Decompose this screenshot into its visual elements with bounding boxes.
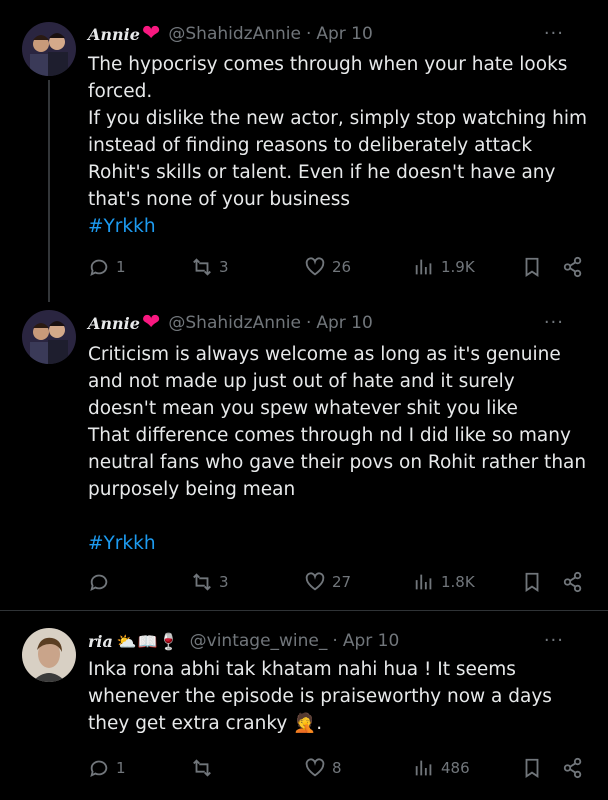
reply-button[interactable]: 1	[88, 756, 126, 780]
reply-button[interactable]	[88, 570, 116, 594]
views-button[interactable]: 486	[413, 756, 470, 780]
repost-button[interactable]	[191, 756, 219, 780]
tweet-header: Annie ❤ @ShahidzAnnie · Apr 10 ···	[88, 310, 588, 336]
name-emojis: ⛅📖🍷	[116, 631, 180, 651]
view-count: 486	[441, 759, 470, 777]
like-count: 26	[332, 258, 352, 276]
bookmark-icon	[525, 758, 539, 778]
reply-button[interactable]: 1	[88, 255, 126, 279]
views-icon	[415, 574, 432, 590]
heart-emoji-icon: ❤	[141, 21, 161, 46]
tweet-line: If you dislike the new actor, simply sto…	[88, 108, 587, 210]
like-count: 8	[332, 759, 342, 777]
tweet-line: That difference comes through nd I did l…	[88, 425, 587, 500]
views-button[interactable]: 1.9K	[413, 255, 475, 279]
share-icon	[563, 571, 582, 593]
like-button[interactable]: 26	[304, 255, 351, 279]
more-options-button[interactable]: ···	[544, 21, 564, 47]
views-button[interactable]: 1.8K	[413, 570, 475, 594]
handle[interactable]: @vintage_wine_	[190, 631, 328, 651]
bookmark-icon	[525, 572, 539, 592]
tweet-text: Criticism is always welcome as long as i…	[88, 341, 588, 557]
view-count: 1.9K	[441, 258, 475, 276]
display-name[interactable]: Annie	[88, 25, 140, 44]
tweet-line: Inka rona abhi tak khatam nahi hua ! It …	[88, 659, 552, 734]
action-bar: 1 3 26 1.9K	[88, 255, 593, 279]
share-button[interactable]	[562, 570, 584, 594]
separator: ·	[305, 24, 312, 44]
like-count: 27	[332, 573, 352, 591]
avatar[interactable]	[22, 628, 76, 682]
hashtag-link[interactable]: #Yrkkh	[88, 530, 588, 557]
share-icon	[563, 256, 582, 278]
tweet-text: Inka rona abhi tak khatam nahi hua ! It …	[88, 656, 588, 737]
avatar[interactable]	[22, 310, 76, 364]
heart-icon	[305, 572, 325, 591]
repost-count: 3	[219, 258, 229, 276]
reply-icon	[90, 259, 108, 277]
bookmark-button[interactable]	[521, 756, 543, 780]
like-button[interactable]: 8	[304, 756, 342, 780]
tweet-header: Annie ❤ @ShahidzAnnie · Apr 10 ···	[88, 21, 588, 47]
repost-button[interactable]: 3	[191, 570, 229, 594]
tweet-text: The hypocrisy comes through when your ha…	[88, 51, 588, 240]
bookmark-button[interactable]	[521, 255, 543, 279]
reply-count: 1	[116, 759, 126, 777]
timestamp[interactable]: Apr 10	[316, 313, 372, 333]
repost-icon	[193, 573, 211, 591]
timestamp[interactable]: Apr 10	[316, 24, 372, 44]
tweet-line: The hypocrisy comes through when your ha…	[88, 54, 568, 102]
share-button[interactable]	[562, 255, 584, 279]
heart-emoji-icon: ❤	[141, 310, 161, 335]
tweet-header: ria ⛅📖🍷 @vintage_wine_ · Apr 10 ···	[88, 628, 588, 654]
separator: ·	[332, 631, 338, 651]
reply-count: 1	[116, 258, 126, 276]
hashtag-link[interactable]: #Yrkkh	[88, 213, 588, 240]
repost-button[interactable]: 3	[191, 255, 229, 279]
display-name[interactable]: Annie	[88, 314, 140, 333]
reply-icon	[90, 760, 108, 778]
handle[interactable]: @ShahidzAnnie	[168, 24, 301, 44]
repost-icon	[193, 258, 211, 276]
repost-count: 3	[219, 573, 229, 591]
share-button[interactable]	[562, 756, 584, 780]
bookmark-icon	[525, 257, 539, 277]
heart-icon	[305, 758, 325, 777]
view-count: 1.8K	[441, 573, 475, 591]
share-icon	[563, 757, 582, 779]
separator: ·	[305, 313, 312, 333]
reply-icon	[90, 574, 108, 592]
action-bar: 3 27 1.8K	[88, 570, 593, 594]
tweet-1[interactable]: Annie ❤ @ShahidzAnnie · Apr 10 ··· The h…	[0, 0, 608, 302]
timestamp[interactable]: Apr 10	[343, 631, 399, 651]
heart-icon	[305, 257, 325, 276]
views-icon	[415, 259, 432, 275]
views-icon	[415, 760, 432, 776]
more-options-button[interactable]: ···	[544, 628, 564, 654]
more-options-button[interactable]: ···	[544, 310, 564, 336]
repost-icon	[193, 759, 211, 777]
like-button[interactable]: 27	[304, 570, 351, 594]
tweet-2[interactable]: Annie ❤ @ShahidzAnnie · Apr 10 ··· Criti…	[0, 300, 608, 610]
tweet-line: Criticism is always welcome as long as i…	[88, 344, 561, 419]
thread-line	[48, 80, 50, 302]
action-bar: 1 8 486	[88, 756, 593, 780]
avatar[interactable]	[22, 22, 76, 76]
handle[interactable]: @ShahidzAnnie	[168, 313, 301, 333]
bookmark-button[interactable]	[521, 570, 543, 594]
display-name[interactable]: ria	[88, 632, 113, 651]
tweet-3[interactable]: ria ⛅📖🍷 @vintage_wine_ · Apr 10 ··· Inka…	[0, 611, 608, 800]
